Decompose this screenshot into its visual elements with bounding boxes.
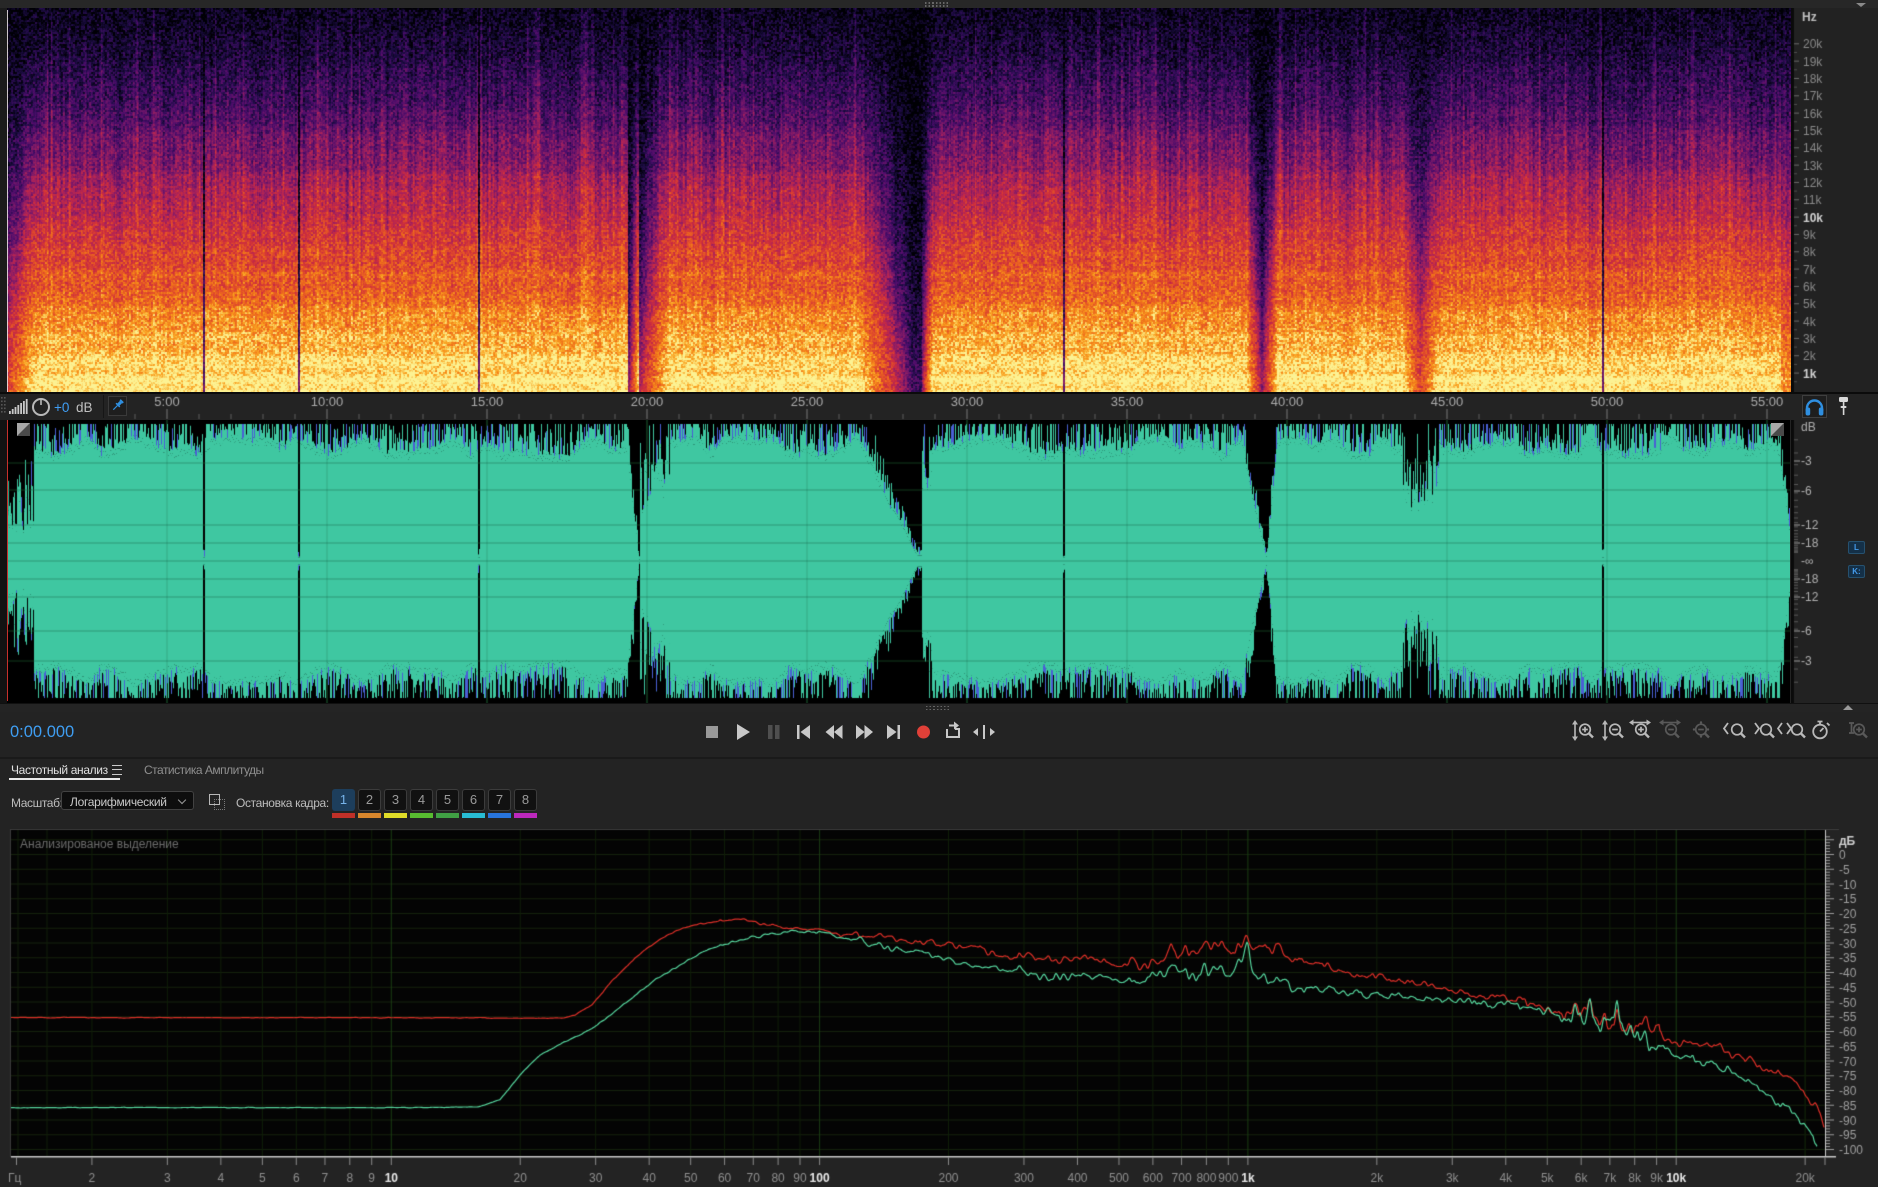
svg-text:dB: dB [76,400,93,415]
svg-text:+0: +0 [54,400,69,415]
